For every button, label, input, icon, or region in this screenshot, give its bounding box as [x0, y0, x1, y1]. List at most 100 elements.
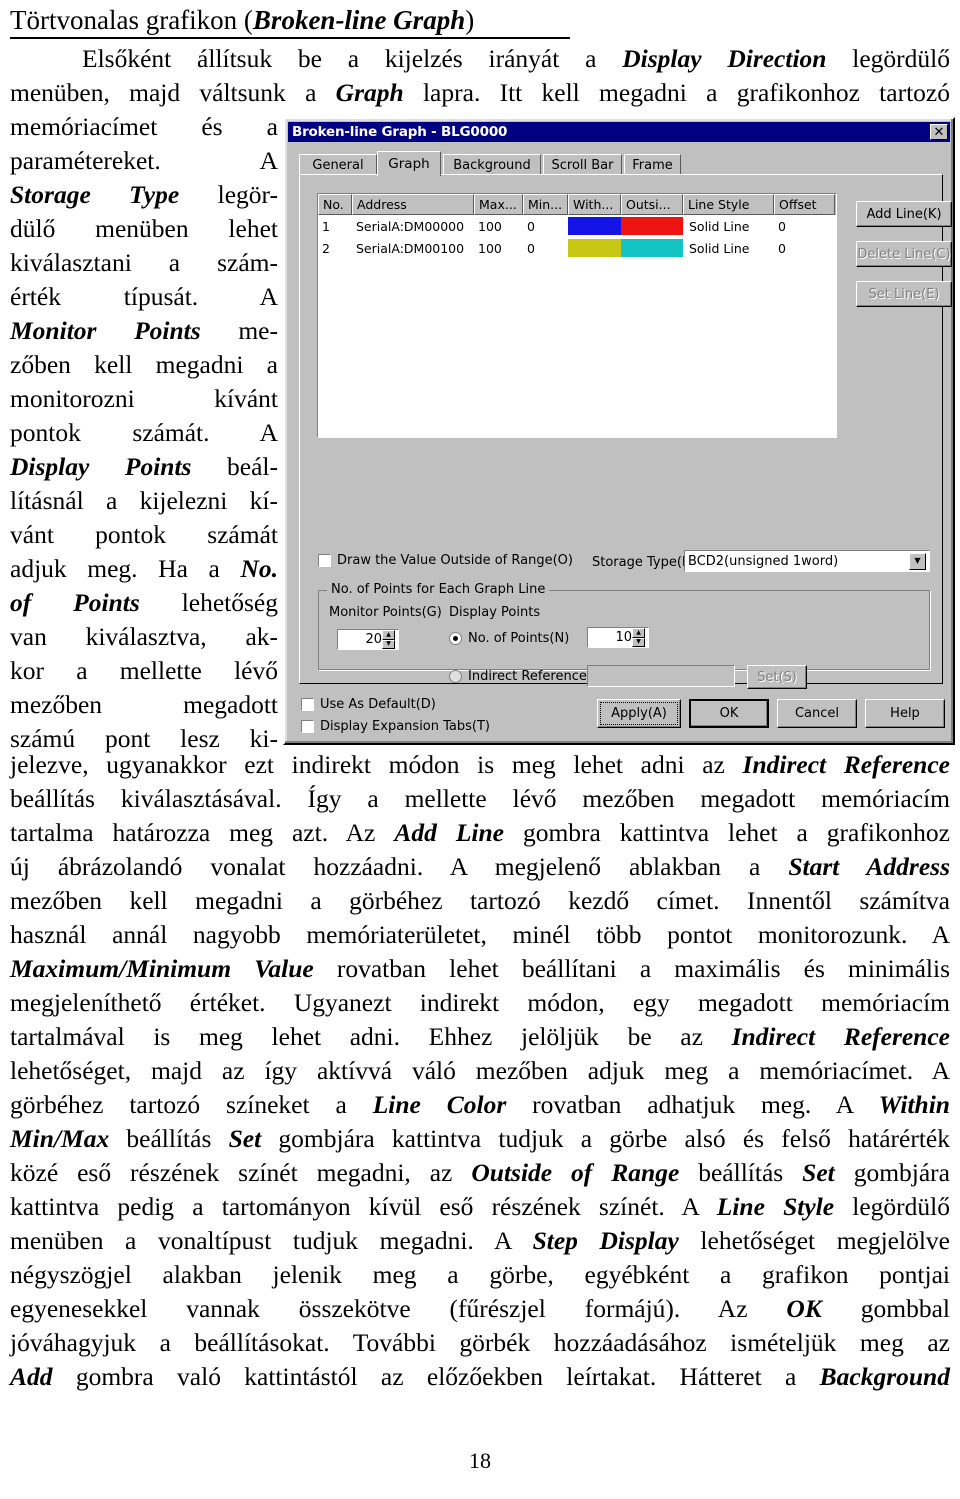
- add-line-button[interactable]: Add Line(K): [856, 201, 952, 227]
- paragraph-line: vánt pontok számát: [10, 518, 278, 552]
- paragraph-line: van kiválasztva, ak-: [10, 620, 278, 654]
- paragraph-line: kiválasztani a szám-: [10, 246, 278, 280]
- text-run: beál-: [227, 452, 278, 481]
- stepper-down-icon[interactable]: ▼: [382, 639, 395, 649]
- text-run: gombjára: [834, 1158, 950, 1187]
- no-of-points-input[interactable]: 10 ▲ ▼: [587, 627, 649, 648]
- paragraph-line: beállítás kiválasztásával. Így a mellett…: [10, 782, 950, 816]
- text-run: monitorozni: [10, 384, 135, 413]
- column-header-address[interactable]: Address: [352, 194, 474, 215]
- text-run: gombra való kattintástól az előzőekben l…: [52, 1362, 820, 1391]
- cell-offset: 0: [778, 240, 786, 256]
- table-row[interactable]: 1 SerialA:DM00000 100 0 Solid Line 0: [318, 215, 836, 237]
- text-run: számát.: [132, 418, 210, 447]
- stepper-down-icon[interactable]: ▼: [632, 637, 645, 647]
- apply-button[interactable]: Apply(A): [597, 699, 681, 728]
- paragraph-line: használ annál nagyobb memóriaterületet, …: [10, 918, 950, 952]
- text-run: A: [259, 146, 278, 175]
- storage-type-value: BCD2(unsigned 1word): [688, 553, 839, 569]
- dialog-title: Broken-line Graph - BLG0000: [292, 124, 508, 140]
- cell-min: 0: [527, 240, 535, 256]
- text-run: beállítás: [109, 1124, 229, 1153]
- use-as-default-checkbox[interactable]: Use As Default(D): [301, 697, 436, 712]
- cancel-button[interactable]: Cancel: [777, 699, 857, 728]
- cell-outside-color-swatch: [621, 215, 683, 237]
- paragraph-line: Monitor Points me-: [10, 314, 278, 348]
- column-header-line-style[interactable]: Line Style: [683, 194, 774, 215]
- table-row[interactable]: 2 SerialA:DM00100 100 0 Solid Line 0: [318, 237, 836, 259]
- close-icon[interactable]: ✕: [930, 124, 948, 140]
- text-emphasis: Outside of Range: [471, 1158, 680, 1187]
- storage-type-label: Storage Type(M): [592, 555, 699, 570]
- checkbox-icon[interactable]: [301, 720, 314, 733]
- column-header-no[interactable]: No.: [318, 194, 352, 215]
- text-emphasis: Indirect Reference: [742, 750, 950, 779]
- tab-frame[interactable]: Frame: [624, 154, 681, 175]
- text-emphasis: Display Points: [10, 452, 192, 481]
- help-button[interactable]: Help: [865, 699, 945, 728]
- ok-button[interactable]: OK: [689, 699, 769, 728]
- storage-type-combo[interactable]: BCD2(unsigned 1word) ▼: [684, 550, 930, 572]
- set-button[interactable]: Set(S): [747, 665, 807, 689]
- no-of-points-radio[interactable]: No. of Points(N): [449, 631, 569, 646]
- column-header-max[interactable]: Max...: [474, 194, 523, 215]
- tab-label: Background: [453, 157, 531, 173]
- checkbox-icon[interactable]: [301, 698, 314, 711]
- column-header-offset[interactable]: Offset: [774, 194, 835, 215]
- text-emphasis: Add Line: [394, 818, 504, 847]
- text-run: lapra. Itt kell megadni a grafikonhoz ta…: [403, 78, 950, 107]
- radio-icon[interactable]: [449, 670, 462, 683]
- paragraph-line: kor a mellette lévő: [10, 654, 278, 688]
- indirect-reference-radio[interactable]: Indirect Reference(W): [449, 669, 610, 684]
- text-run: tartalmával is meg lehet adni. Ehhez jel…: [10, 1022, 732, 1051]
- text-run: jóváhagyjuk a beállításokat. További gör…: [10, 1328, 950, 1357]
- text-run: lehetőség: [181, 588, 278, 617]
- dialog-titlebar[interactable]: Broken-line Graph - BLG0000 ✕: [288, 122, 950, 142]
- page-title: Törtvonalas grafikon (Broken-line Graph): [10, 4, 570, 39]
- indirect-reference-input[interactable]: [587, 665, 735, 687]
- no-of-points-value: 10: [615, 630, 632, 645]
- paragraph-line: tartalmával is meg lehet adni. Ehhez jel…: [10, 1020, 950, 1054]
- stepper-up-icon[interactable]: ▲: [382, 630, 395, 640]
- cell-max: 100: [478, 240, 502, 256]
- cell-max: 100: [478, 218, 502, 234]
- text-run: tartalma határozza meg azt. Az: [10, 818, 395, 847]
- stepper-up-icon[interactable]: ▲: [632, 628, 645, 638]
- draw-outside-of-range-checkbox[interactable]: Draw the Value Outside of Range(O): [318, 553, 573, 568]
- cell-no: 2: [322, 240, 330, 256]
- column-header-min[interactable]: Min...: [523, 194, 568, 215]
- set-line-button[interactable]: Set Line(E): [856, 281, 952, 307]
- use-as-default-label: Use As Default(D): [320, 697, 436, 712]
- monitor-points-input[interactable]: 20 ▲ ▼: [337, 629, 399, 650]
- text-emphasis: Line Color: [372, 1090, 507, 1119]
- checkbox-icon[interactable]: [318, 554, 331, 567]
- chevron-down-icon[interactable]: ▼: [909, 552, 926, 570]
- cell-address: SerialA:DM00000: [356, 218, 465, 234]
- button-label: Help: [890, 706, 920, 721]
- monitor-points-stepper[interactable]: ▲ ▼: [382, 630, 395, 649]
- table-header-row: No. Address Max... Min... With... Outsi.…: [318, 194, 836, 215]
- text-run: menüben a vonaltípust tudjuk megadni. A: [10, 1226, 533, 1255]
- tab-general[interactable]: General: [299, 154, 377, 175]
- text-run: legör-: [217, 180, 279, 209]
- tab-graph[interactable]: Graph: [377, 151, 441, 176]
- tab-background[interactable]: Background: [443, 154, 541, 175]
- tab-scroll-bar[interactable]: Scroll Bar: [543, 154, 622, 175]
- page-title-paren: ): [465, 5, 475, 35]
- paragraph-bottom: jelezve, ugyanakkor ezt indirekt módon i…: [10, 748, 950, 1394]
- radio-icon[interactable]: [449, 632, 462, 645]
- paragraph-line: adjuk meg. Ha a No.: [10, 552, 278, 586]
- graph-lines-table[interactable]: No. Address Max... Min... With... Outsi.…: [317, 193, 837, 438]
- delete-line-button[interactable]: Delete Line(C): [856, 241, 952, 267]
- text-run: pontok: [10, 418, 81, 447]
- text-emphasis: OK: [786, 1294, 822, 1323]
- display-expansion-tabs-checkbox[interactable]: Display Expansion Tabs(T): [301, 719, 490, 734]
- text-run: kiválasztani a szám-: [10, 248, 278, 277]
- tab-label: Frame: [632, 157, 673, 173]
- cell-within-color-swatch: [568, 215, 621, 237]
- no-of-points-stepper[interactable]: ▲ ▼: [632, 628, 645, 647]
- text-emphasis: No.: [240, 554, 278, 583]
- document-page: Törtvonalas grafikon (Broken-line Graph)…: [0, 0, 960, 1499]
- column-header-outside[interactable]: Outsi...: [621, 194, 683, 215]
- column-header-within[interactable]: With...: [568, 194, 621, 215]
